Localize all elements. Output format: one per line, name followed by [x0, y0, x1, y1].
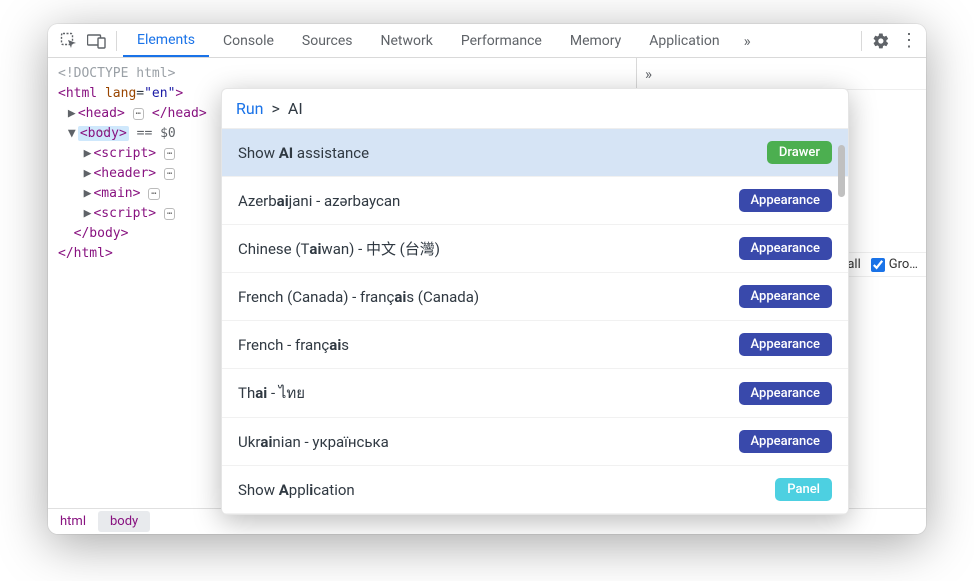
- command-palette-input[interactable]: [288, 99, 834, 118]
- command-palette-input-row: Run >: [222, 89, 848, 128]
- tab-memory[interactable]: Memory: [556, 24, 635, 57]
- command-palette-item-label: French - français: [238, 336, 349, 354]
- group-checkbox[interactable]: Gro…: [871, 257, 918, 272]
- dom-doctype: <!DOCTYPE html>: [58, 66, 175, 81]
- settings-gear-icon[interactable]: [868, 28, 894, 54]
- command-palette-item-badge: Appearance: [739, 430, 832, 453]
- command-palette-item-badge: Drawer: [767, 141, 832, 164]
- command-palette-item-badge: Panel: [775, 478, 832, 501]
- crumb-body[interactable]: body: [98, 511, 150, 532]
- command-palette-item[interactable]: Ukrainian - українська Appearance: [222, 418, 848, 466]
- command-palette-item-label: Chinese (Taiwan) - 中文 (台灣): [238, 238, 440, 259]
- command-palette-results: Show AI assistance Drawer Azerbaijani - az…: [222, 128, 848, 514]
- panel-tabs: ElementsConsoleSourcesNetworkPerformance…: [123, 24, 734, 57]
- command-palette-item[interactable]: Azerbaijani - azərbaycan Appearance: [222, 177, 848, 225]
- command-palette-item-label: Azerbaijani - azərbaycan: [238, 192, 400, 210]
- command-palette-item-label: Show AI assistance: [238, 144, 369, 162]
- command-palette-item[interactable]: Show Application Panel: [222, 466, 848, 514]
- command-palette-item-label: Show Application: [238, 481, 355, 499]
- sidebar-tabs[interactable]: »: [637, 58, 926, 90]
- run-label: Run: [236, 99, 264, 118]
- command-palette-item-badge: Appearance: [739, 285, 832, 308]
- command-palette-item[interactable]: French - français Appearance: [222, 321, 848, 369]
- command-palette-item[interactable]: French (Canada) - français (Canada) Appea…: [222, 273, 848, 321]
- command-palette-item[interactable]: Thai - ไทย Appearance: [222, 369, 848, 418]
- inspect-element-icon[interactable]: [56, 28, 82, 54]
- tab-network[interactable]: Network: [367, 24, 447, 57]
- tab-application[interactable]: Application: [635, 24, 733, 57]
- tabstrip: ElementsConsoleSourcesNetworkPerformance…: [48, 24, 926, 58]
- gutter-menu-icon[interactable]: ⋯: [98, 124, 112, 138]
- tab-console[interactable]: Console: [209, 24, 288, 57]
- tab-performance[interactable]: Performance: [447, 24, 556, 57]
- scrollbar-thumb[interactable]: [838, 145, 845, 197]
- tab-elements[interactable]: Elements: [123, 24, 209, 57]
- command-palette-item-badge: Appearance: [739, 237, 832, 260]
- command-palette-item-badge: Appearance: [739, 382, 832, 405]
- command-palette-item-badge: Appearance: [739, 189, 832, 212]
- device-toolbar-icon[interactable]: [84, 28, 110, 54]
- query-prefix: >: [272, 99, 280, 118]
- command-palette-item-label: French (Canada) - français (Canada): [238, 288, 479, 306]
- divider: [116, 31, 117, 51]
- kebab-menu-icon[interactable]: ⋮: [896, 28, 922, 54]
- devtools-window: ElementsConsoleSourcesNetworkPerformance…: [48, 24, 926, 534]
- divider: [861, 31, 862, 51]
- command-palette: Run > Show AI assistance Drawer Azerbaijan…: [221, 88, 849, 515]
- tab-sources[interactable]: Sources: [288, 24, 367, 57]
- command-palette-item[interactable]: Chinese (Taiwan) - 中文 (台灣) Appearance: [222, 225, 848, 273]
- command-palette-item-label: Ukrainian - українська: [238, 433, 389, 451]
- more-tabs-icon[interactable]: »: [645, 65, 652, 83]
- more-tabs-icon[interactable]: »: [736, 32, 759, 50]
- command-palette-item[interactable]: Show AI assistance Drawer: [222, 129, 848, 177]
- command-palette-item-badge: Appearance: [739, 333, 832, 356]
- command-palette-item-label: Thai - ไทย: [238, 381, 305, 405]
- crumb-html[interactable]: html: [48, 511, 98, 532]
